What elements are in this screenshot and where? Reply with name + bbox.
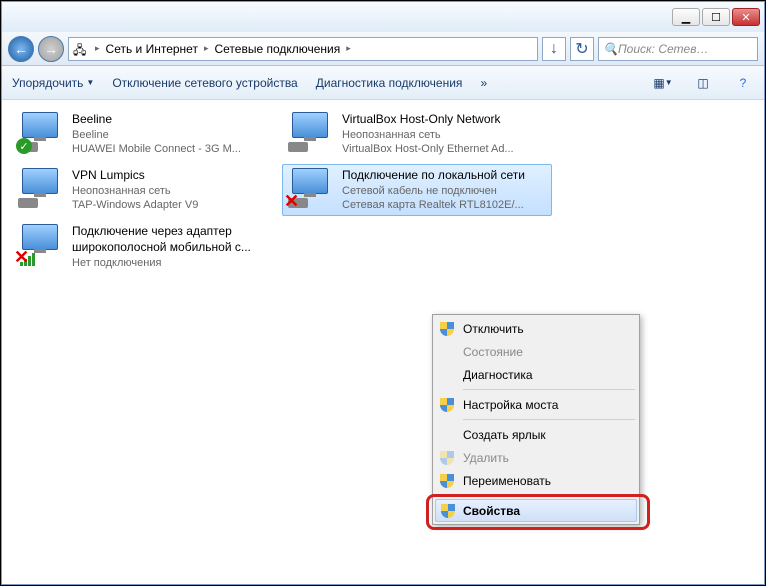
chevron-down-icon: ▼: [86, 78, 94, 87]
refresh-button[interactable]: ↓: [542, 37, 566, 61]
shield-icon: [440, 474, 454, 488]
connection-sub: Неопознанная сеть: [342, 128, 548, 142]
connection-icon: ✕: [286, 168, 334, 210]
menu-status: Состояние: [435, 340, 637, 363]
close-button[interactable]: ✕: [732, 8, 760, 26]
refresh-button[interactable]: ↻: [570, 37, 594, 61]
chevron-right-icon: ▸: [95, 43, 100, 54]
connection-sub: VirtualBox Host-Only Ethernet Ad...: [342, 142, 548, 156]
chevron-right-icon: ▸: [346, 43, 351, 54]
shield-icon: [440, 322, 454, 336]
chevron-down-icon: ▼: [665, 78, 673, 87]
connection-name: Подключение через адаптер широкополосной…: [72, 224, 278, 255]
connection-sub: Неопознанная сеть: [72, 184, 278, 198]
search-input[interactable]: 🔍 Поиск: Сетев…: [598, 37, 758, 61]
search-icon: 🔍: [603, 42, 618, 56]
maximize-button[interactable]: ☐: [702, 8, 730, 26]
network-icon: 🖧: [73, 41, 89, 57]
menu-diagnose[interactable]: Диагностика: [435, 363, 637, 386]
connection-icon: [16, 168, 64, 210]
connection-sub: Beeline: [72, 128, 278, 142]
organize-label: Упорядочить: [12, 76, 83, 90]
shield-icon: [440, 451, 454, 465]
chevron-right-icon: ▸: [204, 43, 209, 54]
address-bar[interactable]: 🖧 ▸ Сеть и Интернет ▸ Сетевые подключени…: [68, 37, 538, 61]
connection-sub: HUAWEI Mobile Connect - 3G M...: [72, 142, 278, 156]
connection-item[interactable]: VirtualBox Host-Only Network Неопознанна…: [282, 108, 552, 160]
titlebar: ▁ ☐ ✕: [2, 2, 764, 32]
help-icon: ?: [740, 76, 747, 90]
connection-name: Подключение по локальной сети: [342, 168, 548, 184]
shield-icon: [440, 398, 454, 412]
connection-item-selected[interactable]: ✕ Подключение по локальной сети Сетевой …: [282, 164, 552, 216]
connection-name: VPN Lumpics: [72, 168, 278, 184]
connection-sub: Сетевая карта Realtek RTL8102E/...: [342, 198, 548, 212]
connection-item[interactable]: ✕ Подключение через адаптер широкополосн…: [12, 220, 282, 273]
separator: [463, 419, 635, 420]
menu-bridge[interactable]: Настройка моста: [435, 393, 637, 416]
nav-bar: ← → 🖧 ▸ Сеть и Интернет ▸ Сетевые подклю…: [2, 32, 764, 66]
connection-item[interactable]: ✓ Beeline Beeline HUAWEI Mobile Connect …: [12, 108, 282, 160]
connection-sub: Нет подключения: [72, 256, 278, 270]
connection-name: VirtualBox Host-Only Network: [342, 112, 548, 128]
menu-disable[interactable]: Отключить: [435, 317, 637, 340]
forward-button[interactable]: →: [38, 36, 64, 62]
toolbar: Упорядочить ▼ Отключение сетевого устрой…: [2, 66, 764, 100]
separator: [463, 389, 635, 390]
connection-icon: ✓: [16, 112, 64, 154]
shield-icon: [441, 504, 455, 518]
diagnose-button[interactable]: Диагностика подключения: [316, 76, 463, 90]
context-menu: Отключить Состояние Диагностика Настройк…: [432, 314, 640, 525]
back-button[interactable]: ←: [8, 36, 34, 62]
help-button[interactable]: ?: [732, 72, 754, 94]
separator: [463, 495, 635, 496]
connection-sub: Сетевой кабель не подключен: [342, 184, 548, 198]
organize-button[interactable]: Упорядочить ▼: [12, 76, 94, 90]
menu-rename[interactable]: Переименовать: [435, 469, 637, 492]
preview-pane-button[interactable]: ◫: [692, 72, 714, 94]
view-icon: ▦: [653, 76, 664, 90]
connection-icon: ✕: [16, 224, 64, 266]
menu-properties[interactable]: Свойства: [435, 499, 637, 522]
disable-device-button[interactable]: Отключение сетевого устройства: [112, 76, 297, 90]
panel-icon: ◫: [697, 76, 708, 90]
search-placeholder: Поиск: Сетев…: [618, 42, 709, 56]
menu-delete: Удалить: [435, 446, 637, 469]
breadcrumb-seg[interactable]: Сетевые подключения: [214, 42, 340, 56]
refresh-icon: ↓: [550, 40, 558, 58]
breadcrumb-seg[interactable]: Сеть и Интернет: [106, 42, 198, 56]
connection-item[interactable]: VPN Lumpics Неопознанная сеть TAP-Window…: [12, 164, 282, 216]
more-button[interactable]: »: [480, 76, 487, 90]
content-area: ✓ Beeline Beeline HUAWEI Mobile Connect …: [2, 100, 764, 584]
menu-shortcut[interactable]: Создать ярлык: [435, 423, 637, 446]
connection-name: Beeline: [72, 112, 278, 128]
view-button[interactable]: ▦▼: [652, 72, 674, 94]
connection-sub: TAP-Windows Adapter V9: [72, 198, 278, 212]
minimize-button[interactable]: ▁: [672, 8, 700, 26]
connection-icon: [286, 112, 334, 154]
window: ▁ ☐ ✕ ← → 🖧 ▸ Сеть и Интернет ▸ Сетевые …: [1, 1, 765, 585]
